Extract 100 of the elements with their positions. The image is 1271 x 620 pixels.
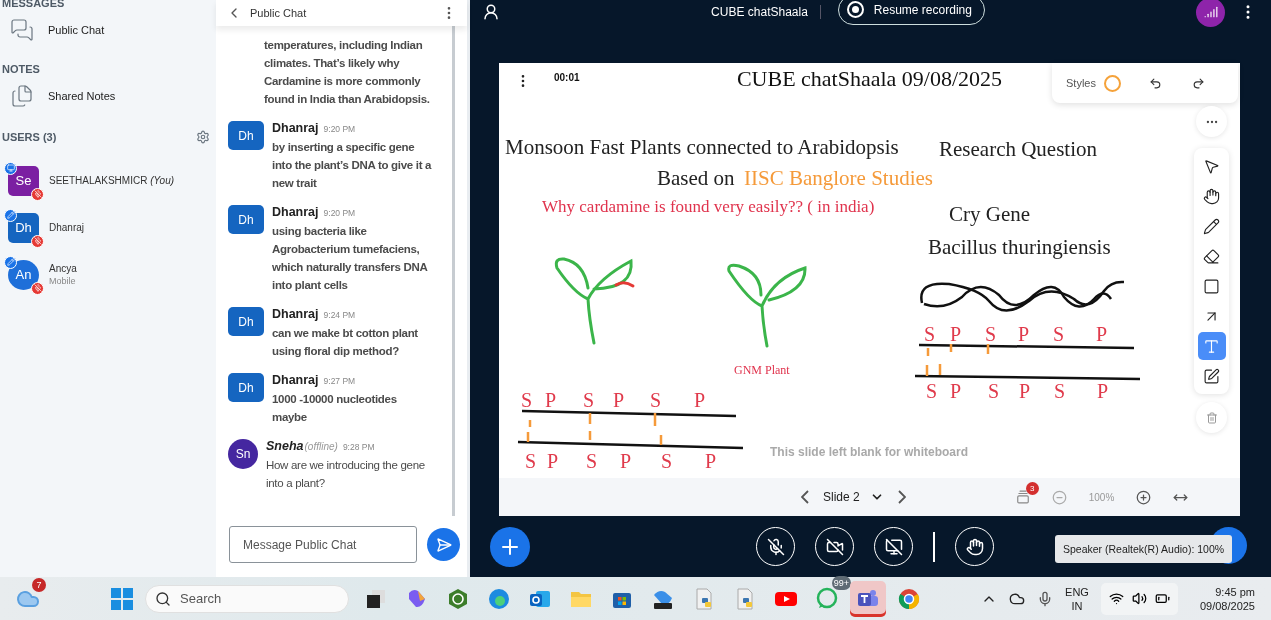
author-name: Dhanraj (272, 307, 319, 321)
user-avatar: Dh (228, 307, 264, 336)
clock[interactable]: 9:45 pm 09/08/2025 (1199, 584, 1255, 613)
search-icon (155, 590, 171, 607)
strand-letter: S (926, 379, 938, 403)
styles-button[interactable]: Styles (1066, 74, 1121, 92)
language-indicator[interactable]: ENG IN (1065, 584, 1089, 613)
select-icon (1203, 157, 1220, 175)
strand-letter: P (950, 379, 962, 403)
volume-icon (1131, 591, 1147, 606)
strand-letter: S (661, 449, 673, 473)
strand-letter: S (985, 322, 997, 346)
browser-icon (897, 586, 921, 611)
start-icon[interactable] (111, 587, 133, 610)
previous-slide-button[interactable] (801, 490, 809, 504)
wifi-icon (1108, 591, 1124, 606)
send-button[interactable] (427, 528, 460, 561)
next-slide-button[interactable] (897, 490, 906, 504)
user-icon[interactable] (482, 3, 500, 21)
whiteboard-text: GNM Plant (734, 363, 790, 378)
strand-letter: P (620, 449, 632, 473)
strand-letter: P (547, 449, 559, 473)
screen-off-icon (884, 537, 903, 556)
slide-select[interactable]: Slide 2 (819, 490, 888, 504)
message-text: 1000 -10000 nucleotides maybe (272, 392, 398, 425)
whiteboard-text: Monsoon Fast Plants connected to Arabidopsis (505, 135, 899, 161)
text-icon (1203, 337, 1220, 355)
quick-settings-button[interactable] (1100, 582, 1178, 615)
sidebar-item[interactable]: Public Chat (2, 11, 216, 49)
message-text: temperatures, including Indian climates. That’s likely why Cardamine is more commonly found in India than Arabidopsis. (264, 38, 431, 107)
chat-bubbles-icon (10, 18, 34, 42)
whiteboard-text: Research Question (939, 137, 1098, 163)
author-name: Dhanraj (272, 373, 319, 387)
styles-label: Styles (1066, 77, 1096, 89)
strand-letter: S (988, 379, 1000, 403)
settings-icon[interactable] (196, 130, 210, 144)
mic-off-icon (766, 537, 785, 556)
note-icon (1203, 367, 1220, 385)
message-time: 9:27 PM (323, 376, 356, 386)
rectangle-icon (1203, 277, 1220, 295)
author-name: Dhanraj (272, 205, 319, 219)
user-avatar: Dh (228, 121, 264, 150)
strand-letter: P (1019, 379, 1031, 403)
whiteboard-text: IISC Banglore Studies (744, 166, 933, 192)
eraser-icon (1203, 247, 1220, 265)
zoom-in-button[interactable] (1136, 489, 1152, 505)
slides-icon[interactable] (1015, 490, 1030, 504)
message-text: How are we introducing the gene into a plant? (266, 458, 426, 491)
user-item[interactable]: Se SEETHALAKSHMICR (You) (2, 157, 216, 204)
strand-letter: P (705, 449, 717, 473)
hand-icon (965, 537, 984, 556)
undo-icon (1148, 76, 1162, 90)
message-time: 9:28 PM (342, 442, 375, 452)
placeholder-note: This slide left blank for whiteboard (770, 445, 969, 459)
count-badge: 3 (1025, 482, 1039, 495)
user-device: Mobile (49, 276, 77, 286)
undo-button[interactable] (1148, 76, 1162, 90)
signal-icon (1203, 5, 1218, 19)
add-button[interactable] (490, 526, 530, 567)
hexagon-app-icon (446, 586, 470, 611)
chevron-left-icon (801, 490, 809, 504)
battery-icon (1154, 591, 1170, 606)
redo-button[interactable] (1191, 76, 1205, 90)
sidebar-item[interactable]: Shared Notes (2, 77, 216, 115)
user-item[interactable]: An Ancya Mobile (2, 251, 216, 298)
section-heading: NOTES (2, 63, 40, 75)
pan-icon (1203, 187, 1220, 205)
strand-letter: S (1053, 322, 1065, 346)
strand-letter: S (586, 449, 598, 473)
author-name: Dhanraj (272, 121, 319, 135)
section-heading: MESSAGES (2, 0, 65, 9)
message-time: 9:20 PM (323, 208, 356, 218)
whiteboard-text: Cry Gene (949, 202, 1031, 228)
message-text: using bacteria like Agrobacterium tumefaciens, which naturally transfers DNA into plant cells (272, 224, 429, 293)
strand-letter: P (950, 322, 962, 346)
strand-letter: P (694, 388, 706, 412)
message-text: by inserting a specific gene into the plant’s DNA to give it a new trait (272, 140, 433, 191)
minus-icon (1051, 489, 1067, 505)
message-input[interactable]: Message Public Chat (229, 526, 417, 563)
whiteboard-text: Bacillus thuringiensis (928, 235, 1111, 261)
user-name: Ancya (49, 263, 77, 274)
slide-title: CUBE chatShaala 09/08/2025 (736, 66, 1003, 91)
user-name: Dhanraj (49, 222, 85, 233)
connection-button[interactable] (1196, 0, 1225, 27)
chevron-right-icon (897, 490, 906, 504)
active-app-highlight[interactable] (850, 580, 886, 617)
record-icon (846, 1, 864, 18)
strand-letter: S (583, 388, 595, 412)
user-item[interactable]: Dh Dhanraj (2, 204, 216, 251)
search-field[interactable]: Search (145, 584, 349, 613)
send-icon (435, 536, 452, 553)
tooltip: Speaker (Realtek(R) Audio): 100% (1055, 535, 1233, 563)
panel-title: Public Chat (250, 7, 308, 19)
strand-letter: S (650, 388, 662, 412)
section-heading: USERS (3) (2, 131, 57, 143)
message-time: 9:20 PM (323, 124, 356, 134)
author-name: Sneha (266, 439, 304, 453)
strand-letter: P (545, 388, 557, 412)
user-avatar: Dh (228, 373, 264, 402)
strand-letter: P (1018, 322, 1030, 346)
